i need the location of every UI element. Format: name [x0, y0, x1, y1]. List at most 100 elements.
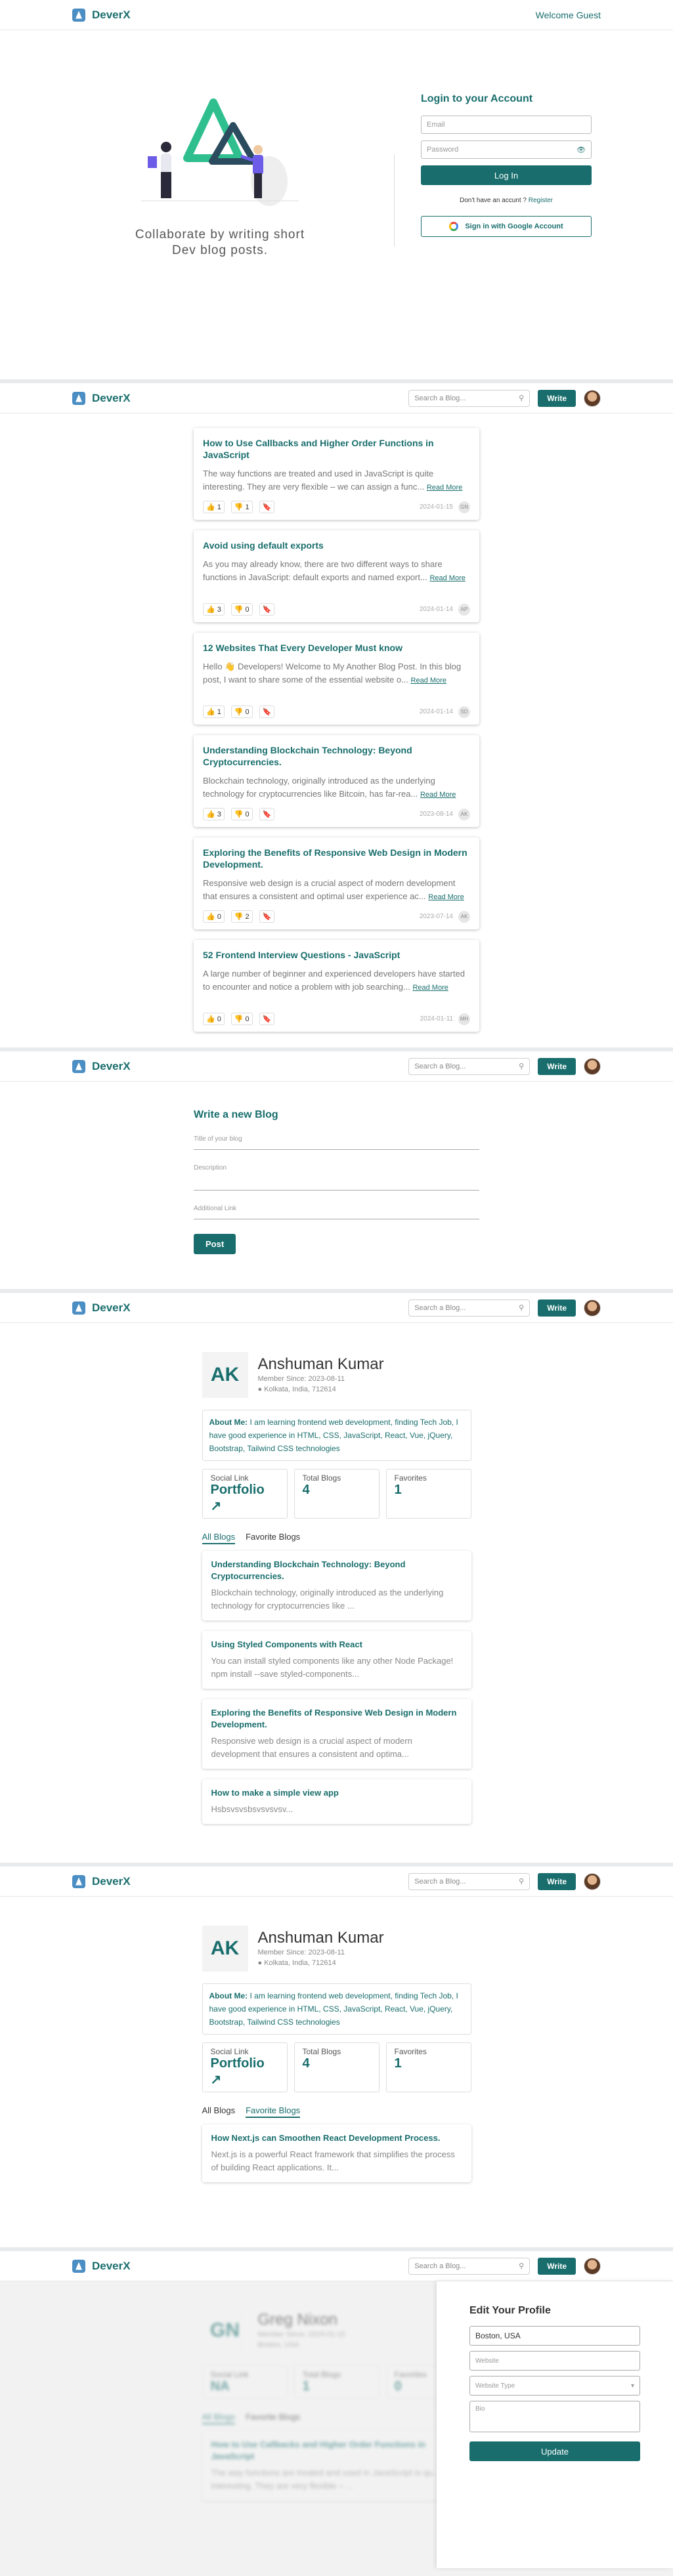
- search-icon[interactable]: ⚲: [519, 394, 524, 402]
- like-button[interactable]: 👍 0: [203, 910, 225, 923]
- bookmark-button[interactable]: 🔖: [259, 706, 275, 718]
- update-button[interactable]: Update: [469, 2441, 640, 2461]
- dislike-button[interactable]: 👎 0: [230, 1013, 253, 1025]
- author-initials[interactable]: MH: [458, 1013, 470, 1025]
- social-link-stat[interactable]: Social Link Portfolio ↗: [202, 1469, 288, 1519]
- website-type-select[interactable]: Website Type ▾: [469, 2376, 640, 2396]
- dislike-button[interactable]: 👎 0: [230, 706, 253, 718]
- email-field[interactable]: Email: [421, 116, 592, 134]
- tab-favorite-blogs[interactable]: Favorite Blogs: [246, 1532, 300, 1544]
- register-link[interactable]: Register: [529, 197, 553, 204]
- brand[interactable]: DeverX: [72, 391, 131, 405]
- search-input[interactable]: Search a Blog... ⚲: [408, 2257, 531, 2275]
- bookmark-button[interactable]: 🔖: [259, 808, 275, 820]
- blog-card[interactable]: Using Styled Components with React You ca…: [202, 1631, 471, 1689]
- dislike-button[interactable]: 👎 0: [230, 603, 253, 616]
- bookmark-button[interactable]: 🔖: [259, 1013, 275, 1025]
- bio-field[interactable]: Bio: [469, 2401, 640, 2432]
- avatar[interactable]: [584, 1872, 601, 1890]
- eye-off-icon[interactable]: 👁: [576, 146, 586, 154]
- avatar[interactable]: [584, 1299, 601, 1317]
- search-icon[interactable]: ⚲: [519, 1877, 524, 1886]
- post-button[interactable]: Post: [194, 1234, 236, 1254]
- author-initials[interactable]: AP: [458, 603, 470, 616]
- write-button[interactable]: Write: [538, 1299, 576, 1317]
- like-button[interactable]: 👍 3: [203, 603, 225, 616]
- dislike-button[interactable]: 👎 0: [230, 808, 253, 820]
- author-initials[interactable]: AK: [458, 910, 470, 923]
- search-input[interactable]: Search a Blog... ⚲: [408, 1872, 531, 1890]
- blog-title[interactable]: Using Styled Components with React: [211, 1639, 462, 1651]
- blog-card[interactable]: Exploring the Benefits of Responsive Web…: [202, 1699, 471, 1769]
- read-more-link[interactable]: Read More: [427, 484, 462, 492]
- social-link-stat[interactable]: Social Link Portfolio ↗: [202, 2042, 288, 2092]
- blog-title[interactable]: Avoid using default exports: [203, 539, 470, 551]
- blog-card[interactable]: 52 Frontend Interview Questions - JavaSc…: [194, 940, 479, 1032]
- read-more-link[interactable]: Read More: [429, 574, 465, 582]
- read-more-link[interactable]: Read More: [412, 984, 448, 992]
- password-field[interactable]: Password 👁: [421, 140, 592, 159]
- avatar[interactable]: [584, 1057, 601, 1075]
- blog-card[interactable]: Avoid using default exports As you may al…: [194, 530, 479, 622]
- dislike-button[interactable]: 👎 1: [230, 501, 253, 513]
- blog-card[interactable]: How Next.js can Smoothen React Developme…: [202, 2124, 471, 2182]
- link-field[interactable]: Additional Link: [194, 1205, 479, 1219]
- bookmark-button[interactable]: 🔖: [259, 910, 275, 923]
- blog-card[interactable]: How to Use Callbacks and Higher Order Fu…: [194, 428, 479, 520]
- location-field[interactable]: Boston, USA: [469, 2326, 640, 2346]
- blog-title[interactable]: Understanding Blockchain Technology: Bey…: [211, 1559, 462, 1582]
- author-initials[interactable]: GN: [458, 501, 470, 513]
- blog-title[interactable]: Exploring the Benefits of Responsive Web…: [211, 1707, 462, 1731]
- login-button[interactable]: Log In: [421, 165, 592, 185]
- avatar[interactable]: [584, 389, 601, 407]
- avatar[interactable]: [584, 2257, 601, 2275]
- write-button[interactable]: Write: [538, 1872, 576, 1890]
- description-field[interactable]: Description: [194, 1164, 479, 1191]
- bookmark-button[interactable]: 🔖: [259, 501, 275, 513]
- brand[interactable]: DeverX: [72, 1059, 131, 1073]
- search-icon[interactable]: ⚲: [519, 1062, 524, 1070]
- blog-title[interactable]: 52 Frontend Interview Questions - JavaSc…: [203, 949, 470, 961]
- like-button[interactable]: 👍 1: [203, 706, 225, 718]
- brand[interactable]: DeverX: [72, 8, 131, 22]
- write-button[interactable]: Write: [538, 389, 576, 407]
- author-initials[interactable]: AK: [458, 808, 470, 820]
- search-icon[interactable]: ⚲: [519, 2262, 524, 2270]
- search-input[interactable]: Search a Blog... ⚲: [408, 1299, 531, 1317]
- title-field[interactable]: Title of your blog: [194, 1135, 479, 1150]
- bookmark-button[interactable]: 🔖: [259, 603, 275, 616]
- write-button[interactable]: Write: [538, 2257, 576, 2275]
- blog-excerpt: Responsive web design is a crucial aspec…: [211, 1736, 412, 1759]
- blog-title[interactable]: How Next.js can Smoothen React Developme…: [211, 2132, 462, 2144]
- brand[interactable]: DeverX: [72, 2259, 131, 2273]
- blog-title[interactable]: 12 Websites That Every Developer Must kn…: [203, 642, 470, 654]
- tab-all-blogs[interactable]: All Blogs: [202, 1532, 236, 1544]
- blog-title[interactable]: How to make a simple view app: [211, 1787, 462, 1799]
- like-button[interactable]: 👍 0: [203, 1013, 225, 1025]
- google-signin-button[interactable]: Sign in with Google Account: [421, 216, 592, 237]
- search-icon[interactable]: ⚲: [519, 1303, 524, 1312]
- like-button[interactable]: 👍 1: [203, 501, 225, 513]
- brand[interactable]: DeverX: [72, 1301, 131, 1315]
- blog-card[interactable]: How to make a simple view app Hsbsvsvsbsv…: [202, 1779, 471, 1824]
- blog-card[interactable]: Understanding Blockchain Technology: Bey…: [194, 735, 479, 827]
- blog-card[interactable]: Exploring the Benefits of Responsive Web…: [194, 837, 479, 929]
- tab-favorite-blogs[interactable]: Favorite Blogs: [246, 2105, 301, 2118]
- brand[interactable]: DeverX: [72, 1874, 131, 1888]
- tab-all-blogs[interactable]: All Blogs: [202, 2105, 236, 2118]
- website-field[interactable]: Website: [469, 2351, 640, 2371]
- blog-title[interactable]: Exploring the Benefits of Responsive Web…: [203, 847, 470, 870]
- write-button[interactable]: Write: [538, 1057, 576, 1075]
- blog-title[interactable]: Understanding Blockchain Technology: Bey…: [203, 744, 470, 768]
- like-button[interactable]: 👍 3: [203, 808, 225, 820]
- read-more-link[interactable]: Read More: [428, 893, 464, 901]
- read-more-link[interactable]: Read More: [411, 677, 446, 685]
- search-input[interactable]: Search a Blog... ⚲: [408, 1057, 531, 1075]
- blog-card[interactable]: 12 Websites That Every Developer Must kn…: [194, 633, 479, 725]
- author-initials[interactable]: SD: [458, 706, 470, 718]
- search-input[interactable]: Search a Blog... ⚲: [408, 389, 531, 407]
- read-more-link[interactable]: Read More: [420, 791, 456, 799]
- dislike-button[interactable]: 👎 2: [230, 910, 253, 923]
- blog-title[interactable]: How to Use Callbacks and Higher Order Fu…: [203, 437, 470, 461]
- blog-card[interactable]: Understanding Blockchain Technology: Bey…: [202, 1551, 471, 1620]
